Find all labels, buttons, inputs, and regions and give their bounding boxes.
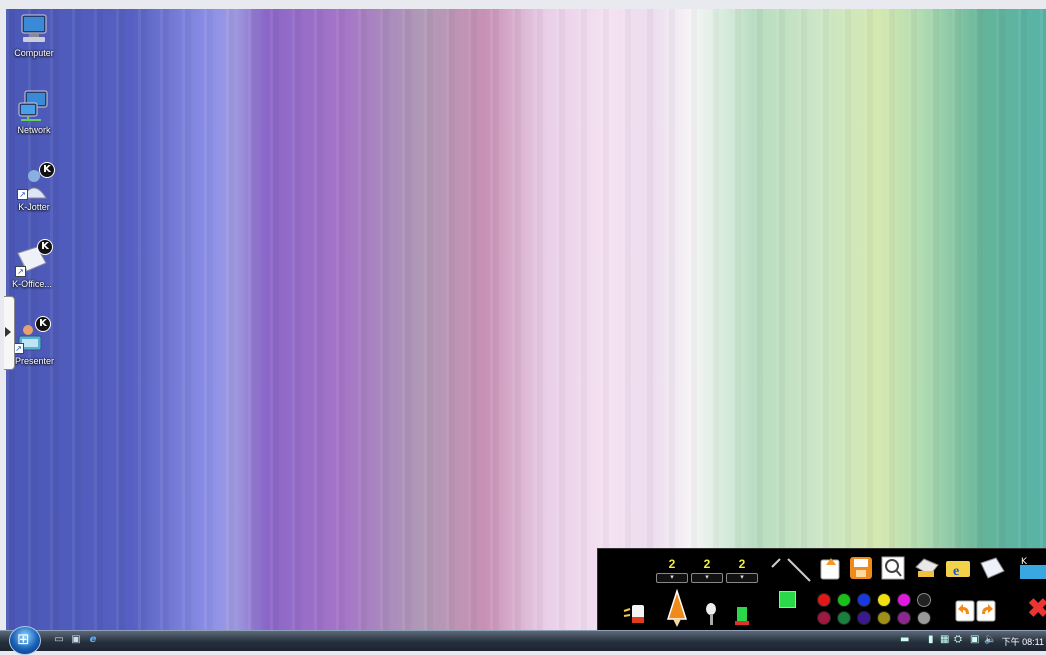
- taskbar-clock[interactable]: 下午 08:11: [1002, 635, 1044, 648]
- redo-icon[interactable]: [976, 599, 996, 623]
- marker-width-counter[interactable]: 2 ▾: [689, 557, 725, 583]
- keyboard-icon[interactable]: ▬: [900, 634, 909, 645]
- k-presenter-toolbar-icon[interactable]: K: [1012, 555, 1046, 581]
- svg-text:e: e: [953, 564, 959, 579]
- annotation-toolbar: 2 ▾ 2 ▾ 2 ▾ e K ✖: [597, 548, 1046, 631]
- counter-value: 2: [668, 557, 676, 571]
- color-swatch-black[interactable]: [917, 593, 931, 607]
- internet-explorer-icon[interactable]: e: [944, 555, 972, 581]
- system-tray: ▬ ▮ ▦ ⛭ ▣ 🔈 下午 08:11: [896, 631, 1046, 651]
- color-swatch-violet[interactable]: [897, 611, 911, 625]
- eraser-tool-icon[interactable]: [622, 601, 652, 627]
- desktop-icon-k-jotter[interactable]: K ↗ K-Jotter: [4, 162, 64, 212]
- k-presenter-icon: K ↗: [13, 316, 51, 354]
- color-swatch-yellow[interactable]: [877, 593, 891, 607]
- icon-label: Network: [17, 125, 51, 135]
- internet-explorer-quicklaunch-icon[interactable]: e: [87, 634, 99, 646]
- display-tray-icon[interactable]: ▣: [970, 634, 979, 645]
- network-tray-icon[interactable]: ▦: [940, 634, 949, 645]
- network-icon: [17, 89, 51, 123]
- line-tool-icon[interactable]: [770, 553, 820, 583]
- computer-icon: [17, 12, 51, 46]
- show-desktop-icon[interactable]: ▭: [53, 634, 65, 646]
- volume-icon[interactable]: 🔈: [984, 634, 996, 645]
- desktop-icon-k-office[interactable]: K ↗ K-Office...: [2, 239, 62, 289]
- brush-tool-icon[interactable]: [702, 601, 720, 627]
- pencil-tool-icon[interactable]: [664, 589, 690, 629]
- desktop-icon-network[interactable]: Network: [4, 89, 64, 135]
- counter-value: 2: [738, 557, 746, 571]
- color-swatch-gray[interactable]: [917, 611, 931, 625]
- color-swatch-olive[interactable]: [877, 611, 891, 625]
- k-jotter-icon: K ↗: [17, 162, 55, 200]
- print-icon[interactable]: [912, 555, 940, 581]
- pen-width-counter[interactable]: 2 ▾: [654, 557, 690, 583]
- close-toolbar-button[interactable]: ✖: [1027, 593, 1046, 624]
- icon-label: K-Office...: [12, 279, 52, 289]
- selected-color-swatch[interactable]: [779, 591, 796, 608]
- icon-label: Computer: [14, 48, 54, 58]
- k-badge-icon: K: [37, 239, 53, 255]
- shortcut-arrow-icon: ↗: [17, 189, 28, 200]
- zoom-icon[interactable]: [880, 555, 906, 581]
- eraser-width-counter[interactable]: 2 ▾: [724, 557, 760, 583]
- desktop-icon-computer[interactable]: Computer: [4, 12, 64, 58]
- new-page-icon[interactable]: [818, 555, 844, 581]
- switch-windows-icon[interactable]: ▣: [70, 634, 82, 646]
- shortcut-arrow-icon: ↗: [15, 266, 26, 277]
- notification-icon[interactable]: ⛭: [954, 634, 962, 645]
- color-swatch-red[interactable]: [817, 593, 831, 607]
- color-swatch-purple[interactable]: [857, 611, 871, 625]
- k-office-icon: K ↗: [15, 239, 53, 277]
- color-swatch-blue[interactable]: [857, 593, 871, 607]
- icon-label: K-Jotter: [18, 202, 50, 212]
- k-office-toolbar-icon[interactable]: [978, 555, 1006, 581]
- taskbar: ▭ ▣ e ▬ ▮ ▦ ⛭ ▣ 🔈 下午 08:11: [0, 626, 1046, 655]
- color-swatch-green[interactable]: [837, 593, 851, 607]
- color-swatch-dark-red[interactable]: [817, 611, 831, 625]
- spin-down-button[interactable]: ▾: [726, 573, 758, 583]
- color-swatch-magenta[interactable]: [897, 593, 911, 607]
- app-tray-icon[interactable]: ▮: [928, 634, 934, 645]
- spin-down-button[interactable]: ▾: [691, 573, 723, 583]
- highlighter-tool-icon[interactable]: [732, 603, 754, 627]
- undo-icon[interactable]: [955, 599, 975, 623]
- k-badge-icon: K: [35, 316, 51, 332]
- save-icon[interactable]: [848, 555, 874, 581]
- color-swatch-dark-green[interactable]: [837, 611, 851, 625]
- counter-value: 2: [703, 557, 711, 571]
- start-button[interactable]: [9, 626, 41, 655]
- k-badge-icon: K: [39, 162, 55, 178]
- desktop-background: [6, 9, 1046, 630]
- side-panel-tab[interactable]: [4, 296, 15, 370]
- spin-down-button[interactable]: ▾: [656, 573, 688, 583]
